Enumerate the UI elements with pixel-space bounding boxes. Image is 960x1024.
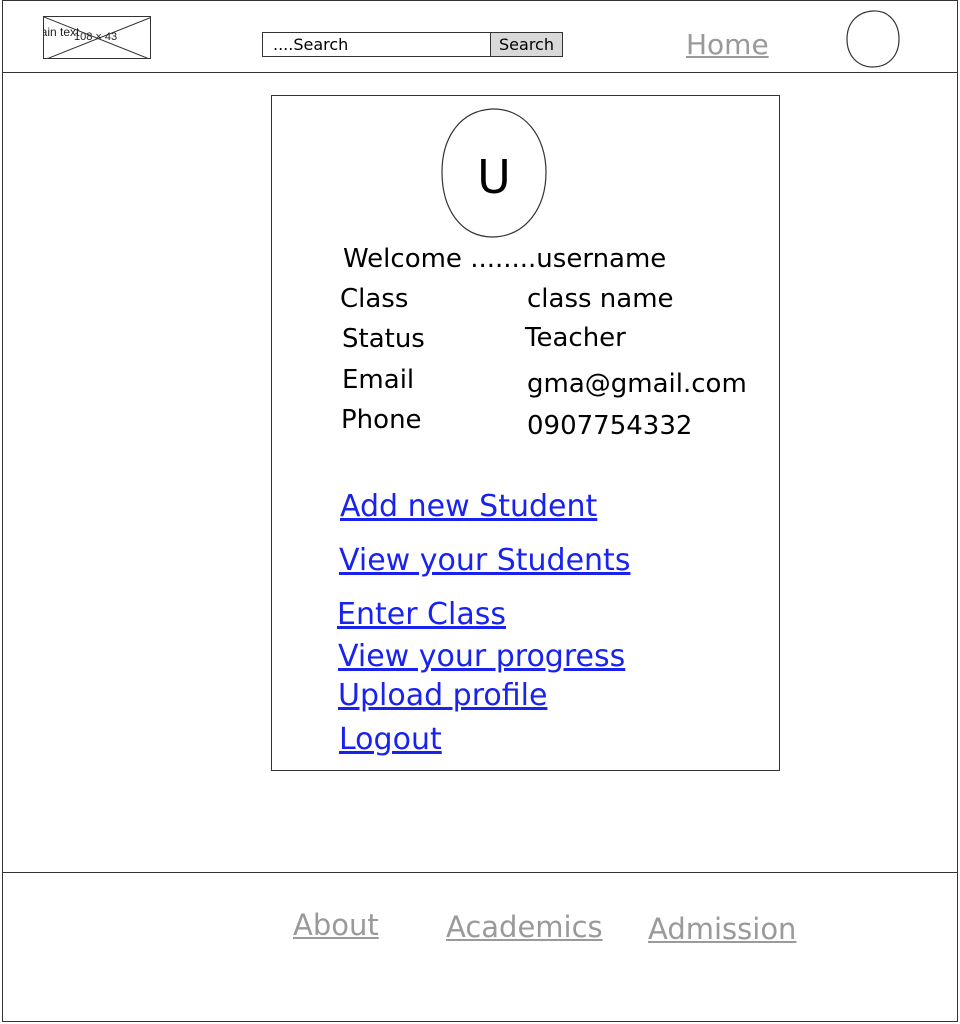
- footer-divider: [2, 872, 958, 873]
- field-label-phone: Phone: [341, 405, 422, 435]
- upload-profile-link[interactable]: Upload profile: [338, 678, 547, 713]
- view-your-progress-link[interactable]: View your progress: [338, 639, 625, 674]
- logo-size-label: 108 × 43: [74, 31, 118, 43]
- search-input[interactable]: [262, 32, 491, 57]
- footer-admission-link[interactable]: Admission: [648, 912, 796, 946]
- field-value-phone: 0907754332: [527, 411, 693, 441]
- field-value-status: Teacher: [525, 323, 626, 353]
- logout-link[interactable]: Logout: [339, 722, 442, 757]
- field-value-email: gma@gmail.com: [527, 369, 747, 399]
- nav-home-link[interactable]: Home: [686, 28, 769, 61]
- add-new-student-link[interactable]: Add new Student: [340, 489, 597, 524]
- user-avatar-icon[interactable]: [846, 10, 900, 68]
- field-label-class: Class: [340, 284, 409, 314]
- view-your-students-link[interactable]: View your Students: [339, 543, 630, 578]
- field-value-class: class name: [527, 284, 674, 314]
- footer-about-link[interactable]: About: [293, 908, 379, 942]
- search-button[interactable]: Search: [490, 32, 563, 57]
- avatar-letter: U: [477, 150, 511, 204]
- enter-class-link[interactable]: Enter Class: [337, 597, 506, 632]
- logo-placeholder: Plain text 108 × 43: [43, 16, 151, 59]
- footer-academics-link[interactable]: Academics: [446, 910, 603, 944]
- welcome-text: Welcome ........username: [343, 244, 667, 274]
- field-label-email: Email: [342, 365, 415, 395]
- field-label-status: Status: [342, 324, 425, 354]
- header-divider: [2, 72, 958, 73]
